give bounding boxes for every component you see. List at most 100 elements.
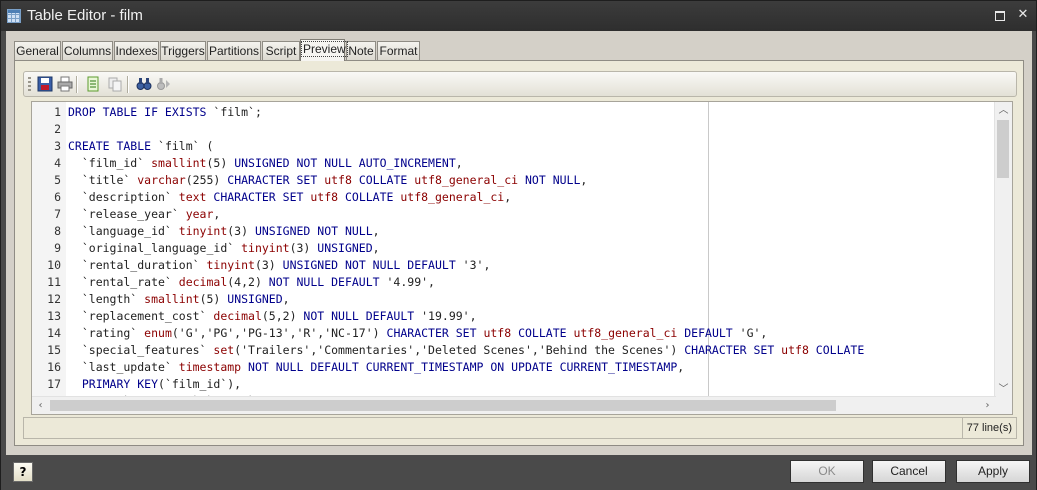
horizontal-scrollbar[interactable]: ‹ › xyxy=(32,396,996,414)
code-text: `length` smallint(5) UNSIGNED, xyxy=(68,291,290,308)
code-token: DEFAULT xyxy=(677,326,733,340)
line-number: 10 xyxy=(47,258,61,272)
save-icon[interactable] xyxy=(37,76,53,92)
code-token: `rental_rate` xyxy=(68,275,179,289)
title-bar[interactable]: Table Editor - film ✕ xyxy=(1,1,1036,31)
code-token: tinyint xyxy=(206,258,255,272)
code-token: (`film_id`), xyxy=(158,377,242,391)
dialog-button-bar: ? OK Cancel Apply xyxy=(1,455,1036,490)
code-text: `last_update` timestamp NOT NULL DEFAULT… xyxy=(68,359,684,376)
code-token: NOT NULL DEFAULT xyxy=(268,275,380,289)
code-token: (5) xyxy=(199,292,228,306)
cancel-button[interactable]: Cancel xyxy=(872,460,946,483)
code-token: text xyxy=(178,190,207,204)
find-next-icon[interactable] xyxy=(156,76,172,92)
code-token: NOT NULL DEFAULT CURRENT_TIMESTAMP ON UP… xyxy=(241,360,678,374)
code-token: `release_year` xyxy=(68,207,186,221)
scroll-left-icon[interactable]: ‹ xyxy=(32,397,49,414)
code-token: '19.99' xyxy=(414,309,470,323)
apply-button[interactable]: Apply xyxy=(956,460,1030,483)
code-token: DROP TABLE IF EXISTS xyxy=(68,105,207,119)
code-token: CHARACTER SET xyxy=(206,190,311,204)
code-token: tinyint xyxy=(241,241,290,255)
tab-partitions[interactable]: Partitions xyxy=(207,41,261,60)
export-icon[interactable] xyxy=(85,76,101,92)
line-number: 12 xyxy=(47,292,61,306)
code-text: `rental_duration` tinyint(3) UNSIGNED NO… xyxy=(68,257,491,274)
code-token: UNSIGNED NOT NULL DEFAULT xyxy=(282,258,456,272)
ok-button[interactable]: OK xyxy=(790,460,864,483)
code-text: `original_language_id` tinyint(3) UNSIGN… xyxy=(68,240,380,257)
code-token: smallint xyxy=(151,156,207,170)
tab-columns[interactable]: Columns xyxy=(62,41,113,60)
code-token: , xyxy=(213,207,221,221)
tab-format[interactable]: Format xyxy=(377,41,420,60)
tab-general[interactable]: General xyxy=(14,41,61,60)
code-text: `language_id` tinyint(3) UNSIGNED NOT NU… xyxy=(68,223,380,240)
line-number: 9 xyxy=(54,241,61,255)
code-token: enum xyxy=(144,326,172,340)
code-token: utf8_general_ci xyxy=(414,173,519,187)
code-token: COLLATE xyxy=(511,326,574,340)
code-token: (3) xyxy=(289,241,318,255)
code-text: `description` text CHARACTER SET utf8 CO… xyxy=(68,189,511,206)
scroll-down-icon[interactable]: ﹀ xyxy=(995,381,1012,398)
tab-indexes[interactable]: Indexes xyxy=(114,41,159,60)
tab-note[interactable]: Note xyxy=(346,41,376,60)
copy-icon[interactable] xyxy=(107,76,123,92)
line-number: 5 xyxy=(54,173,61,187)
code-token: COLLATE xyxy=(338,190,401,204)
code-token: COLLATE xyxy=(808,343,865,357)
line-count: 77 line(s) xyxy=(961,418,1016,438)
code-token: tinyint xyxy=(178,224,228,238)
scrollbar-corner xyxy=(995,397,1012,414)
line-number: 16 xyxy=(47,360,61,374)
code-text: `film_id` smallint(5) UNSIGNED NOT NULL … xyxy=(68,155,463,172)
vertical-scrollbar[interactable]: ︿ ﹀ xyxy=(994,102,1012,398)
code-token: utf8 xyxy=(324,173,352,187)
code-token: '3' xyxy=(455,258,484,272)
code-text: PRIMARY KEY(`film_id`), xyxy=(68,376,241,393)
vertical-scroll-thumb[interactable] xyxy=(997,120,1009,178)
sql-preview-editor[interactable]: 1 DROP TABLE IF EXISTS `film`; 2 3 CREATE TA… xyxy=(31,101,1013,415)
code-token: , xyxy=(372,241,380,255)
tab-script[interactable]: Script xyxy=(262,41,300,60)
code-token: ('Trailers','Commentaries','Deleted Scen… xyxy=(234,343,685,357)
toolbar-separator xyxy=(127,76,129,93)
code-token: , xyxy=(428,275,435,289)
line-number: 4 xyxy=(54,156,61,170)
code-token: CHARACTER SET xyxy=(386,326,484,340)
code-token: `replacement_cost` xyxy=(68,309,214,323)
find-icon[interactable] xyxy=(136,76,152,92)
tab-triggers[interactable]: Triggers xyxy=(160,41,206,60)
code-token: `language_id` xyxy=(68,224,179,238)
tab-preview[interactable]: Preview xyxy=(300,39,348,61)
code-token: `last_update` xyxy=(68,360,179,374)
scroll-up-icon[interactable]: ︿ xyxy=(995,102,1012,119)
code-token: varchar xyxy=(137,173,186,187)
code-token: smallint xyxy=(144,292,200,306)
code-token: utf8 xyxy=(781,343,809,357)
toolbar-grip[interactable] xyxy=(28,77,31,91)
code-token: utf8 xyxy=(310,190,339,204)
code-token: utf8_general_ci xyxy=(573,326,678,340)
code-text: `special_features` set('Trailers','Comme… xyxy=(68,342,864,359)
scroll-right-icon[interactable]: › xyxy=(979,397,996,414)
line-number: 13 xyxy=(47,309,61,323)
close-icon[interactable]: ✕ xyxy=(1015,7,1031,23)
print-icon[interactable] xyxy=(57,76,73,92)
help-button[interactable]: ? xyxy=(13,462,33,482)
toolbar-separator xyxy=(76,76,78,93)
code-token: `film_id` xyxy=(68,156,152,170)
code-token: 'G' xyxy=(732,326,761,340)
restore-icon[interactable] xyxy=(991,7,1007,23)
code-text: CREATE TABLE `film` ( xyxy=(68,138,213,155)
code-token: utf8 xyxy=(483,326,512,340)
code-token: , xyxy=(483,258,491,272)
horizontal-scroll-thumb[interactable] xyxy=(50,400,836,411)
line-number: 8 xyxy=(54,224,61,238)
line-number: 2 xyxy=(54,122,61,136)
code-token: NOT NULL DEFAULT xyxy=(303,309,415,323)
code-text: `rental_rate` decimal(4,2) NOT NULL DEFA… xyxy=(68,274,435,291)
line-number: 1 xyxy=(54,105,61,119)
